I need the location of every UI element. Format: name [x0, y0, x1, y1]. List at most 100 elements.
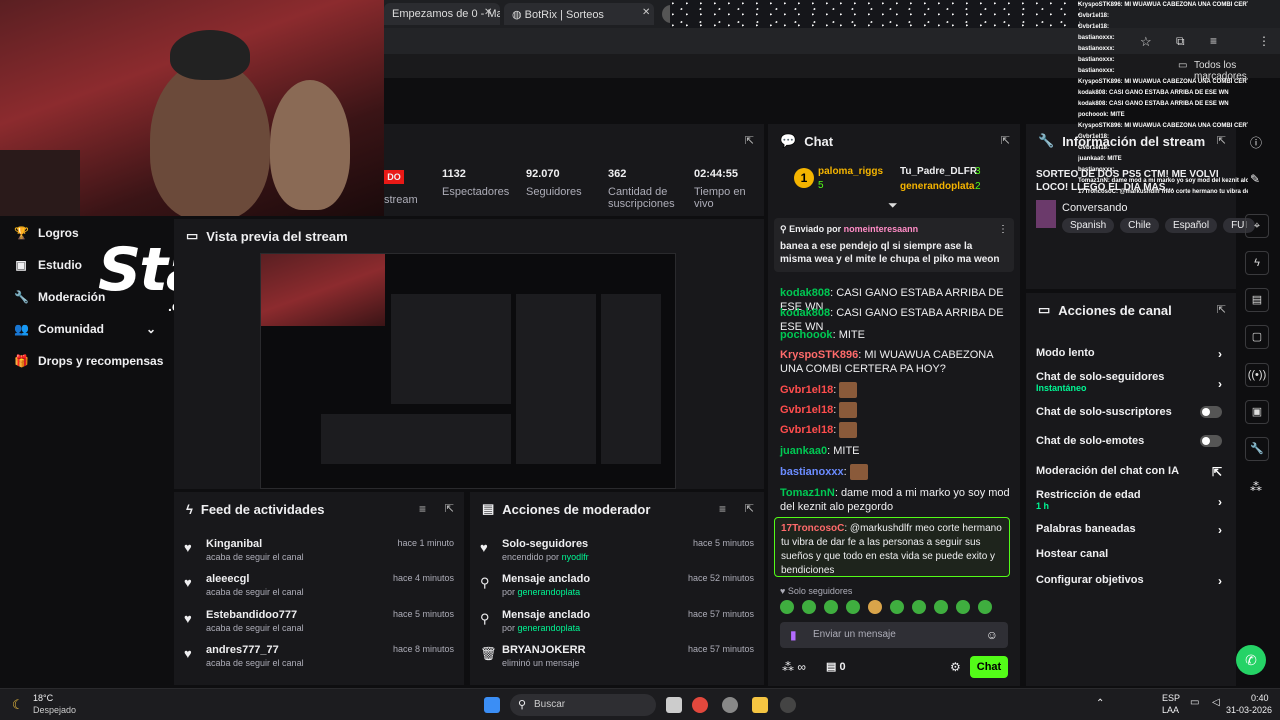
- heart-icon: ♥: [780, 586, 788, 596]
- chrome-icon[interactable]: [692, 697, 708, 713]
- emote-icon[interactable]: [868, 600, 882, 614]
- action-banned-words[interactable]: Palabras baneadas ›: [1036, 523, 1226, 537]
- task-view-icon[interactable]: [666, 697, 682, 713]
- document-icon[interactable]: ▤: [1245, 288, 1269, 312]
- emote-icon[interactable]: [934, 600, 948, 614]
- chat-bubble-icon[interactable]: ▢: [1245, 325, 1269, 349]
- nav-logros[interactable]: 🏆 Logros: [14, 226, 79, 240]
- nav-estudio[interactable]: ▣ Estudio: [14, 258, 82, 272]
- windows-start-icon[interactable]: [484, 697, 500, 713]
- media-player-icon[interactable]: [780, 697, 796, 713]
- pinned-by[interactable]: nomeinteresaann: [844, 224, 919, 234]
- mod-action-by[interactable]: generandoplata: [518, 587, 581, 597]
- popout-icon[interactable]: ⇱: [745, 502, 754, 515]
- emoji-icon[interactable]: ☺: [986, 628, 998, 642]
- collapse-icon[interactable]: ⏷: [888, 198, 898, 213]
- chat-user[interactable]: bastianoxxx: [780, 466, 844, 478]
- feed-desc: acaba de seguir el canal: [206, 658, 304, 668]
- mod-action-by[interactable]: nyodlfr: [562, 552, 589, 562]
- action-host-channel[interactable]: Hostear canal: [1036, 548, 1226, 560]
- action-goals[interactable]: Configurar objetivos ›: [1036, 574, 1226, 588]
- chat-user[interactable]: kodak808: [780, 287, 830, 299]
- popout-icon[interactable]: ⇱: [445, 502, 454, 515]
- pencil-icon[interactable]: ✎: [1250, 172, 1260, 186]
- more-menu-icon[interactable]: ⋮: [1258, 34, 1270, 48]
- feed-user[interactable]: Estebandidoo777: [206, 609, 297, 621]
- more-dots-icon[interactable]: ⁂: [1250, 480, 1262, 494]
- leaderboard-user[interactable]: paloma_riggs: [818, 166, 883, 177]
- video-icon: ▭: [186, 228, 199, 243]
- chevron-up-icon[interactable]: ⌃: [1096, 698, 1104, 709]
- feed-user[interactable]: Kinganibal: [206, 538, 262, 550]
- chat-user[interactable]: Gvbr1el18: [780, 404, 833, 416]
- action-label: Palabras baneadas: [1036, 523, 1136, 535]
- feed-row: ♥ Kinganibal acaba de seguir el canal hace …: [184, 538, 454, 570]
- feed-desc: acaba de seguir el canal: [206, 623, 304, 633]
- preview-video[interactable]: [260, 253, 676, 489]
- emotes-only-toggle[interactable]: [1200, 435, 1222, 447]
- action-slow-mode[interactable]: Modo lento ›: [1036, 347, 1226, 361]
- action-ai-moderation[interactable]: Moderación del chat con IA ⇱: [1036, 465, 1226, 479]
- network-icon[interactable]: ▭: [1190, 697, 1199, 708]
- kick-points-icon[interactable]: ⁂ ∞: [782, 660, 806, 674]
- filter-icon[interactable]: ≡: [719, 502, 726, 516]
- emote-icon[interactable]: [978, 600, 992, 614]
- broadcast-icon[interactable]: ((•)): [1245, 363, 1269, 387]
- media-icon[interactable]: ▣: [1245, 400, 1269, 424]
- emote-icon[interactable]: [802, 600, 816, 614]
- info-icon[interactable]: ⓘ: [1250, 134, 1262, 151]
- whatsapp-icon[interactable]: ✆: [1236, 645, 1266, 675]
- subs-only-toggle[interactable]: [1200, 406, 1222, 418]
- channel-actions-title: Acciones de canal: [1058, 302, 1172, 318]
- filter-icon[interactable]: ≡: [419, 502, 426, 516]
- emote-icon[interactable]: [956, 600, 970, 614]
- volume-icon[interactable]: ◁: [1212, 697, 1220, 708]
- chat-user[interactable]: KryspoSTK896: [780, 349, 858, 361]
- nav-comunidad[interactable]: 👥 Comunidad ⌄: [14, 322, 156, 336]
- emote-icon[interactable]: [912, 600, 926, 614]
- browser-tab-1[interactable]: Empezamos de 0 - Markush: [384, 3, 500, 25]
- more-menu-icon[interactable]: ⋮: [998, 224, 1008, 235]
- emote-icon[interactable]: [846, 600, 860, 614]
- popout-icon[interactable]: ⇱: [1217, 303, 1226, 316]
- mod-action-by[interactable]: generandoplata: [518, 623, 581, 633]
- taskbar-search[interactable]: ⚲ Buscar: [510, 694, 656, 716]
- wrench-icon[interactable]: 🔧: [1245, 437, 1269, 461]
- chat-user[interactable]: 17TroncosoC: [781, 523, 844, 534]
- language-label[interactable]: ESP: [1162, 693, 1180, 703]
- chat-send-button[interactable]: Chat: [970, 656, 1008, 678]
- chat-input[interactable]: ▮ Enviar un mensaje ☺: [780, 622, 1008, 648]
- emote-icon[interactable]: [824, 600, 838, 614]
- emote-icon[interactable]: [890, 600, 904, 614]
- clock-date[interactable]: 31-03-2026: [1226, 705, 1272, 715]
- feed-user[interactable]: aleeecgl: [206, 573, 249, 585]
- close-icon[interactable]: ✕: [642, 7, 650, 18]
- leaderboard-user[interactable]: Tu_Padre_DLFR: [900, 166, 977, 177]
- action-age-restriction[interactable]: Restricción de edad 1 h ›: [1036, 489, 1226, 511]
- emote-icon[interactable]: [780, 600, 794, 614]
- chat-user[interactable]: kodak808: [780, 307, 830, 319]
- emote-bar[interactable]: [780, 600, 1010, 616]
- nav-moderacion[interactable]: 🔧 Moderación: [14, 290, 105, 304]
- popout-icon[interactable]: ⇱: [1001, 134, 1010, 147]
- settings-gear-icon[interactable]: ⚙: [950, 660, 961, 674]
- popout-icon[interactable]: ⇱: [745, 134, 754, 147]
- highlighted-message: 17TroncosoC: @markushdlfr meo corte herm…: [774, 517, 1010, 577]
- feed-user[interactable]: andres777_77: [206, 644, 279, 656]
- close-icon[interactable]: ✕: [484, 7, 492, 18]
- chat-user[interactable]: Gvbr1el18: [780, 424, 833, 436]
- nav-drops[interactable]: 🎁 Drops y recompensas: [14, 354, 163, 368]
- browser-tab-2[interactable]: ◍ BotRix | Sorteos: [504, 3, 654, 25]
- microphone-icon[interactable]: ▮: [790, 628, 797, 642]
- app-icon[interactable]: [722, 697, 738, 713]
- bolt-icon[interactable]: ϟ: [1245, 251, 1269, 275]
- chat-user[interactable]: pochoook: [780, 329, 833, 341]
- chat-user[interactable]: Tomaz1nN: [780, 487, 835, 499]
- crosshair-icon[interactable]: ⌖: [1245, 214, 1269, 238]
- chat-user[interactable]: juankaa0: [780, 445, 827, 457]
- clock-time[interactable]: 0:40: [1251, 693, 1269, 703]
- file-explorer-icon[interactable]: [752, 697, 768, 713]
- leaderboard-user[interactable]: generandoplata: [900, 181, 974, 192]
- action-followers-only[interactable]: Chat de solo-seguidores Instantáneo ›: [1036, 371, 1226, 393]
- chat-user[interactable]: Gvbr1el18: [780, 384, 833, 396]
